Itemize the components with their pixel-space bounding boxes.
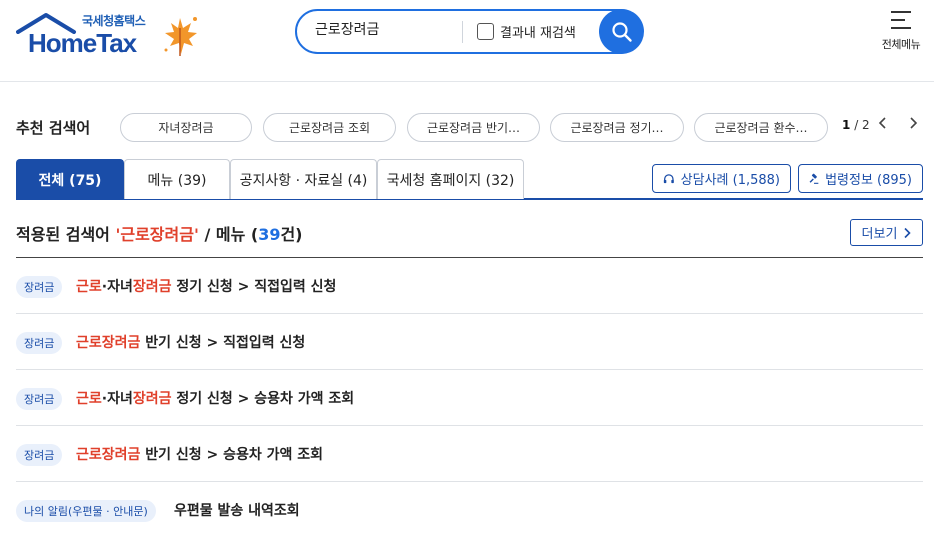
- hometax-logo[interactable]: 국세청홈택스 HomeTax: [16, 12, 206, 62]
- applied-keyword: '근로장려금': [115, 225, 199, 244]
- logo-subtitle: 국세청홈택스: [82, 14, 146, 28]
- result-text: ·자녀: [101, 391, 133, 407]
- result-text: 우편물 발송 내역조회: [174, 503, 300, 519]
- result-item[interactable]: 장려금 근로·자녀장려금 정기 신청 > 승용차 가액 조회: [16, 370, 923, 426]
- category-badge: 나의 알림(우편물 · 안내문): [16, 500, 156, 522]
- result-link[interactable]: 근로·자녀장려금 정기 신청 > 승용차 가액 조회: [76, 388, 354, 408]
- result-text: ·자녀: [101, 279, 133, 295]
- keyword-chip[interactable]: 근로장려금 환수…: [694, 113, 828, 142]
- hamburger-icon: [891, 11, 911, 29]
- result-link[interactable]: 근로·자녀장려금 정기 신청 > 직접입력 신청: [76, 276, 336, 296]
- result-link[interactable]: 근로장려금 반기 신청 > 직접입력 신청: [76, 332, 305, 352]
- highlight-text: 장려금: [132, 279, 172, 295]
- tab-all[interactable]: 전체 (75): [16, 159, 124, 199]
- section-category: / 메뉴 (: [198, 225, 259, 244]
- recommended-keywords: 추천 검색어 자녀장려금 근로장려금 조회 근로장려금 반기… 근로장려금 정기…: [16, 113, 926, 143]
- keyword-pager: 1 / 2: [842, 118, 870, 132]
- category-badge: 장려금: [16, 276, 63, 298]
- result-item[interactable]: 장려금 근로·자녀장려금 정기 신청 > 직접입력 신청: [16, 258, 923, 314]
- result-count: 39: [258, 225, 281, 244]
- category-badge: 장려금: [16, 444, 63, 466]
- category-badge: 장려금: [16, 332, 63, 354]
- keyword-chip[interactable]: 근로장려금 정기…: [550, 113, 684, 142]
- law-info-button[interactable]: 법령정보 (895): [798, 164, 923, 193]
- keyword-chip[interactable]: 자녀장려금: [120, 113, 252, 142]
- search-icon: [611, 21, 632, 42]
- gavel-icon: [809, 173, 819, 184]
- consult-cases-button[interactable]: 상담사례 (1,588): [652, 164, 791, 193]
- highlight-text: 근로: [76, 279, 102, 295]
- tab-notice-archive[interactable]: 공지사항 · 자료실 (4): [230, 159, 377, 199]
- chevron-right-icon: [904, 227, 912, 238]
- chevron-right-icon[interactable]: [908, 116, 918, 130]
- result-item[interactable]: 나의 알림(우편물 · 안내문) 우편물 발송 내역조회: [16, 482, 923, 536]
- keyword-chip[interactable]: 근로장려금 조회: [263, 113, 396, 142]
- result-text: 반기 신청 > 직접입력 신청: [140, 335, 306, 351]
- more-button[interactable]: 더보기: [850, 219, 923, 246]
- result-item[interactable]: 장려금 근로장려금 반기 신청 > 직접입력 신청: [16, 314, 923, 370]
- category-badge: 장려금: [16, 388, 63, 410]
- highlight-text: 근로장려금: [76, 335, 141, 351]
- search-button[interactable]: [599, 9, 644, 54]
- search-divider: [462, 21, 463, 43]
- result-item[interactable]: 장려금 근로장려금 반기 신청 > 승용차 가액 조회: [16, 426, 923, 482]
- logo-title: HomeTax: [28, 28, 137, 58]
- section-prefix: 적용된 검색어: [16, 225, 116, 244]
- tab-menu[interactable]: 메뉴 (39): [124, 159, 230, 199]
- research-label: 결과내 재검색: [500, 26, 576, 41]
- all-menu-button[interactable]: 전체메뉴: [876, 10, 926, 58]
- more-label: 더보기: [861, 227, 898, 242]
- all-menu-label: 전체메뉴: [881, 38, 921, 51]
- result-link[interactable]: 근로장려금 반기 신청 > 승용차 가액 조회: [76, 444, 323, 464]
- header: 국세청홈택스 HomeTax 결과내 재검색 전체메뉴: [0, 0, 934, 82]
- chevron-left-icon[interactable]: [878, 116, 888, 130]
- highlight-text: 장려금: [132, 391, 172, 407]
- highlight-text: 근로: [76, 391, 102, 407]
- research-checkbox[interactable]: [477, 23, 494, 40]
- result-text: 정기 신청 > 승용차 가액 조회: [171, 391, 355, 407]
- highlight-text: 근로장려금: [76, 447, 141, 463]
- search-box: 결과내 재검색: [295, 9, 644, 54]
- research-in-results-option[interactable]: 결과내 재검색: [477, 22, 576, 41]
- result-text: 정기 신청 > 직접입력 신청: [171, 279, 337, 295]
- consult-cases-label: 상담사례 (1,588): [680, 173, 780, 188]
- maple-leaf-icon: [164, 17, 197, 56]
- section-suffix: 건): [280, 225, 303, 244]
- search-input[interactable]: [315, 21, 455, 37]
- headset-icon: [663, 173, 674, 183]
- result-text: 반기 신청 > 승용차 가액 조회: [140, 447, 324, 463]
- section-title: 적용된 검색어 '근로장려금' / 메뉴 (39건): [16, 221, 303, 245]
- pager-current: 1: [842, 118, 851, 132]
- law-info-label: 법령정보 (895): [825, 173, 912, 188]
- recommended-title: 추천 검색어: [16, 119, 91, 137]
- result-link[interactable]: 우편물 발송 내역조회: [174, 500, 300, 520]
- pager-total: / 2: [854, 118, 870, 132]
- tab-nts-homepage[interactable]: 국세청 홈페이지 (32): [377, 159, 524, 199]
- keyword-chip[interactable]: 근로장려금 반기…: [407, 113, 540, 142]
